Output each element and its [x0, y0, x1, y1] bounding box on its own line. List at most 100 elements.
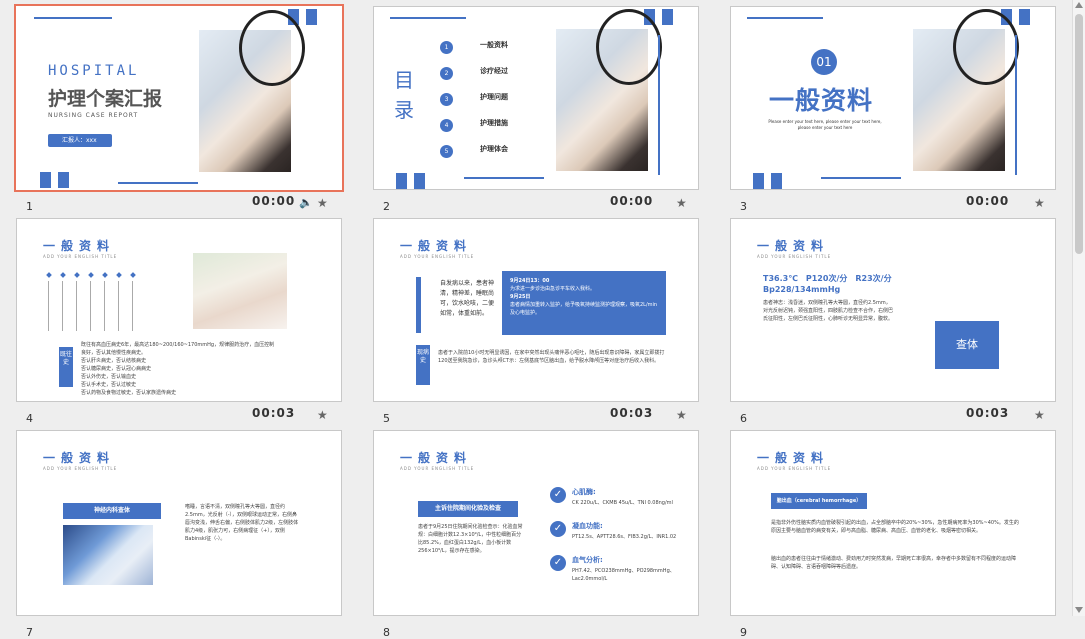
slide-time-1: 00:00 [252, 194, 296, 208]
slide-number-8: 8 [383, 626, 390, 639]
slide-number-9: 9 [740, 626, 747, 639]
toc-number-4: 4 [440, 119, 453, 132]
title-cn: 护理个案汇报 [48, 88, 163, 110]
deco-bar [464, 177, 544, 179]
box-text-2: 患者病情加重转入监护，给予吸氧持续监测护理观察，吸氧2L/min及心电监护。 [510, 302, 658, 316]
microscope-photo [63, 525, 153, 585]
toc-number-5: 5 [440, 145, 453, 158]
slide-title: 一般资料 [757, 451, 830, 465]
stethoscope-shape [953, 9, 1019, 85]
deco-square [1019, 9, 1030, 25]
slide-number-1: 1 [26, 200, 33, 213]
star-icon[interactable]: ★ [1034, 196, 1045, 210]
deco-bar [390, 17, 466, 19]
toc-item-3: 护理问题 [480, 93, 508, 101]
slide-thumbnail-1[interactable]: HOSPITAL 护理个案汇报 NURSING CASE REPORT 汇报人：… [14, 4, 344, 192]
title-en: HOSPITAL [48, 63, 140, 79]
lab-label-box: 主诉住院期间化验及检查 [418, 501, 518, 517]
slide-thumbnail-5[interactable]: 一般资料 ADD YOUR ENGLISH TITLE 自发病以来，患者神清，精… [373, 218, 699, 402]
timeline-dots [45, 272, 145, 333]
lab-item-text-1: CK 220u/L、CKMB 45u/L、TNI 0.08ng/ml [572, 500, 673, 506]
deco-bar [747, 17, 823, 19]
section-body: Please enter your text here, please ente… [768, 119, 882, 130]
vitals: T36.3℃ P120次/分 R23次/分 [763, 274, 892, 283]
definition-text: 是指非外伤性脑实质内血管破裂引起的出血，占全部脑卒中的20%~30%，急性期病死… [771, 520, 1019, 534]
deco-square [753, 173, 764, 189]
deco-bar [34, 17, 112, 19]
neuro-exam-text: 嗜睡，言语不清，双侧瞳孔等大等圆，直径约2.5mm，光反射（-），双侧眼球运动正… [185, 504, 299, 542]
toc-number-1: 1 [440, 41, 453, 54]
toc-item-4: 护理措施 [480, 119, 508, 127]
deco-bar [658, 35, 660, 175]
toc-item-5: 护理体会 [480, 145, 508, 153]
lab-text: 患者于9月25日住院期间化验检查示：化验血常规：白细胞计数12.3×10⁹/L，… [418, 524, 523, 554]
slide-title: 一般资料 [400, 239, 473, 253]
check-icon: ✓ [550, 487, 566, 503]
vertical-scrollbar[interactable] [1072, 0, 1085, 616]
exam-button[interactable]: 查体 [935, 321, 999, 369]
lab-item-label-1: 心肌酶: [572, 488, 596, 496]
slide-thumbnail-8[interactable]: 一般资料 ADD YOUR ENGLISH TITLE 主诉住院期间化验及检查 … [373, 430, 699, 616]
star-icon[interactable]: ★ [1034, 408, 1045, 422]
star-icon[interactable]: ★ [317, 196, 328, 210]
deco-bar [1015, 35, 1017, 175]
section-title: 一般资料 [769, 86, 874, 115]
slide-time-2: 00:00 [610, 194, 654, 208]
deco-square [306, 9, 317, 25]
slide-time-6: 00:03 [966, 406, 1010, 420]
slide-number-2: 2 [383, 200, 390, 213]
list-item: 否认药物及食物过敏史，否认家族遗传病史 [81, 390, 177, 396]
deco-square [40, 172, 51, 188]
definition-text-2: 脑出血的患者往往由于情绪激动、费劲用力时突然发病，早期死亡率很高，幸存者中多数留… [771, 556, 1017, 570]
list-item: 否认手术史，否认过敏史 [81, 382, 137, 388]
box-text-1: 为求进一步诊治由急诊平车收入我科。 [510, 286, 596, 292]
scroll-down-icon[interactable] [1075, 607, 1083, 613]
list-item: 否认外伤史，否认输血史 [81, 374, 137, 380]
section-badge: 01 [811, 49, 837, 75]
slide-number-3: 3 [740, 200, 747, 213]
reporter-badge: 汇报人：xxx [48, 134, 112, 147]
subtitle: NURSING CASE REPORT [48, 112, 139, 119]
box-date-1: 9月24日13：00 [510, 278, 550, 284]
deco-bar [118, 182, 198, 184]
toc-heading: 目录 [394, 68, 414, 122]
slide-time-5: 00:03 [610, 406, 654, 420]
slide-thumbnail-2[interactable]: 目录 1 2 3 4 5 一般资料 诊疗经过 护理问题 护理措施 护理体会 [373, 6, 699, 190]
star-icon[interactable]: ★ [676, 196, 687, 210]
stethoscope-shape [239, 10, 305, 86]
list-item: 否认肝炎病史，否认结核病史 [81, 358, 147, 364]
slide-thumbnail-4[interactable]: 一般资料 ADD YOUR ENGLISH TITLE 既往史 既往有高血压病史… [16, 218, 342, 402]
history-text: 既往有高血压病史6年，最高达180~200/160~170mmHg，规律服药治疗… [81, 342, 275, 356]
slide-thumbnail-6[interactable]: 一般资料 ADD YOUR ENGLISH TITLE T36.3℃ P120次… [730, 218, 1056, 402]
slide-thumbnail-7[interactable]: 一般资料 ADD YOUR ENGLISH TITLE 神经内科查体 嗜睡，言语… [16, 430, 342, 616]
deco-bar [416, 277, 421, 333]
doctor-photo [913, 9, 1019, 171]
speaker-icon[interactable]: 🔈 [299, 196, 313, 209]
deco-square [662, 9, 673, 25]
deco-square [58, 172, 69, 188]
toc-number-2: 2 [440, 67, 453, 80]
present-history-text: 患者于入院前10小时无明显诱因，在家中突然出现头痛伴恶心呕吐，随后出现意识障碍，… [438, 350, 665, 364]
scroll-up-icon[interactable] [1075, 2, 1083, 8]
lab-item-label-3: 血气分析: [572, 556, 603, 564]
slide-thumbnail-9[interactable]: 一般资料 ADD YOUR ENGLISH TITLE 脑出血（cerebral… [730, 430, 1056, 616]
check-icon: ✓ [550, 521, 566, 537]
slide-subtitle: ADD YOUR ENGLISH TITLE [43, 466, 118, 471]
slide-subtitle: ADD YOUR ENGLISH TITLE [43, 254, 118, 259]
stethoscope-shape [596, 9, 662, 85]
left-text: 自发病以来，患者神清，精神差，睡眠尚可，饮水呛咳，二便如常，体重如前。 [440, 280, 495, 317]
star-icon[interactable]: ★ [317, 408, 328, 422]
scroll-thumb[interactable] [1075, 14, 1083, 254]
slide-thumbnail-3[interactable]: 01 一般资料 Please enter your text here, ple… [730, 6, 1056, 190]
doctor-photo [199, 10, 305, 172]
star-icon[interactable]: ★ [676, 408, 687, 422]
lab-item-text-2: PT12.5s、APTT28.6s、FIB3.2g/L、INR1.02 [572, 534, 677, 540]
slide-title: 一般资料 [757, 239, 830, 253]
box-date-2: 9月25日 [510, 294, 531, 300]
slide-subtitle: ADD YOUR ENGLISH TITLE [400, 466, 475, 471]
slide-number-6: 6 [740, 412, 747, 425]
check-icon: ✓ [550, 555, 566, 571]
reporter-label: 汇报人：xxx [62, 137, 97, 144]
deco-square [396, 173, 407, 189]
doctor-photo [556, 9, 662, 171]
